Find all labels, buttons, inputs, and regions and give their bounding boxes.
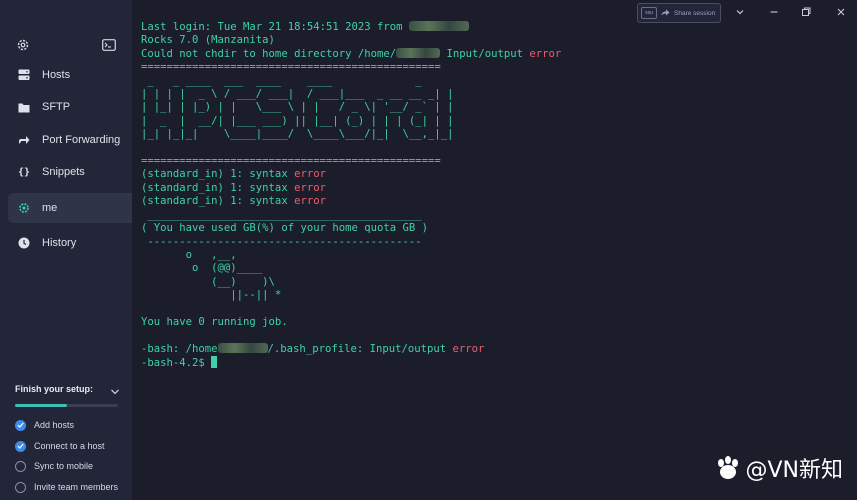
- setup-step-label: Sync to mobile: [34, 461, 94, 471]
- bash-error-line: -bash: /home: [141, 342, 218, 355]
- share-label: Share session: [674, 9, 716, 17]
- redacted-path: [217, 342, 268, 353]
- terminal-icon[interactable]: [102, 38, 118, 54]
- rule-line: ========================================…: [141, 61, 441, 74]
- banner-line: | |_| | |_) | | \___ \ | | / _ \| '__/ _…: [141, 101, 454, 114]
- paw-logo-icon: [715, 456, 741, 480]
- syntax-line: (standard_in) 1: syntax: [141, 181, 295, 194]
- clock-icon: [17, 236, 31, 250]
- sidebar: Hosts SFTP Port Forwarding {} Snippets m…: [0, 0, 132, 500]
- error-word: error: [294, 195, 326, 208]
- setup-step-connect-host[interactable]: Connect to a host: [15, 439, 105, 453]
- cow-line: o ,__,: [141, 248, 237, 261]
- minimize-icon[interactable]: [768, 5, 780, 17]
- rocks-line: Rocks 7.0 (Manzanita): [141, 34, 275, 47]
- redacted-host: [408, 21, 469, 31]
- setup-progress-bar: [15, 404, 118, 407]
- setup-step-label: Invite team members: [34, 482, 119, 492]
- sidebar-item-label: History: [42, 237, 77, 249]
- terminal-cursor: [211, 356, 218, 369]
- sidebar-top-icons: [0, 38, 132, 58]
- braces-icon: {}: [17, 166, 31, 178]
- jobs-line: You have 0 running job.: [141, 315, 288, 328]
- sidebar-item-label: Port Forwarding: [42, 134, 121, 146]
- gear-icon[interactable]: [16, 38, 32, 54]
- sidebar-item-sftp[interactable]: SFTP: [8, 92, 132, 122]
- error-word: error: [294, 181, 326, 194]
- empty-circle-icon: [15, 481, 26, 493]
- setup-step-label: Add hosts: [34, 420, 75, 430]
- sidebar-item-snippets[interactable]: {} Snippets: [8, 157, 132, 187]
- banner-line: | | | | _ \ / ___/ ___| / ___|___ _ __ _…: [141, 88, 454, 101]
- redacted-user: [396, 47, 441, 58]
- error-word: error: [452, 342, 485, 355]
- watermark-text: @VN新知: [745, 458, 843, 483]
- terminal-output[interactable]: Last login: Tue Mar 21 18:54:51 2023 fro…: [141, 21, 561, 371]
- hosts-icon: [17, 68, 31, 82]
- chevron-down-icon[interactable]: [110, 384, 120, 395]
- sidebar-item-label: me: [42, 202, 58, 214]
- forward-arrow-icon: [17, 133, 31, 147]
- banner-line: _ _ ____ ___ ____ ____ _: [141, 74, 435, 87]
- cow-line: ||--|| *: [141, 289, 282, 302]
- terminal-pane[interactable]: ssu Share session Last login: Tue Mar 21…: [132, 0, 857, 500]
- chdir-suffix: Input/output: [440, 47, 530, 60]
- prompt: -bash-4.2$: [141, 357, 212, 370]
- sidebar-item-hosts[interactable]: Hosts: [8, 60, 132, 90]
- share-icon: [661, 9, 670, 18]
- chdir-line: Could not chdir to home directory /home/: [141, 47, 397, 60]
- restore-icon[interactable]: [800, 5, 812, 17]
- rule-line: ========================================…: [141, 155, 441, 168]
- cowsay-top: ________________________________________…: [141, 208, 422, 221]
- bash-error-suffix: /.bash_profile: Input/output: [267, 342, 453, 355]
- close-icon[interactable]: [835, 5, 847, 17]
- check-icon: [15, 440, 26, 452]
- error-word: error: [529, 47, 562, 60]
- cowsay-message: ( You have used GB(%) of your home quota…: [141, 222, 429, 235]
- sidebar-item-port-forwarding[interactable]: Port Forwarding: [8, 125, 132, 155]
- sidebar-item-label: Snippets: [42, 166, 85, 178]
- setup-step-sync-mobile[interactable]: Sync to mobile: [15, 459, 93, 473]
- cow-line: o (@@)____: [141, 262, 263, 275]
- chevron-down-icon[interactable]: [734, 5, 746, 17]
- syntax-line: (standard_in) 1: syntax: [141, 195, 295, 208]
- sidebar-item-label: Hosts: [42, 69, 71, 81]
- watermark: @VN新知: [715, 452, 843, 484]
- empty-circle-icon: [15, 460, 26, 472]
- gear-icon: [17, 201, 31, 215]
- sidebar-item-history[interactable]: History: [8, 228, 132, 258]
- setup-step-invite-team[interactable]: Invite team members: [15, 480, 118, 494]
- sidebar-item-me[interactable]: me: [8, 193, 132, 223]
- error-word: error: [294, 168, 326, 181]
- cow-line: (__) )\: [141, 275, 275, 288]
- banner-line: |_| |_|_| \____|____/ \____\___/|_| \__,…: [141, 128, 454, 141]
- last-login-line: Last login: Tue Mar 21 18:54:51 2023 fro…: [141, 21, 409, 33]
- setup-step-add-hosts[interactable]: Add hosts: [15, 418, 74, 432]
- sidebar-item-label: SFTP: [42, 101, 71, 113]
- check-icon: [15, 419, 26, 431]
- syntax-line: (standard_in) 1: syntax: [141, 168, 295, 181]
- folder-icon: [17, 100, 31, 114]
- setup-progress-fill: [15, 404, 67, 407]
- share-session-button[interactable]: ssu Share session: [637, 3, 721, 23]
- banner-line: | _ | __/| |___ ___) || |__| (_) | | | (…: [141, 114, 454, 127]
- setup-title: Finish your setup:: [15, 384, 94, 394]
- session-pill: ssu: [641, 7, 657, 19]
- setup-step-label: Connect to a host: [34, 441, 105, 451]
- cowsay-bottom: ----------------------------------------…: [141, 235, 422, 248]
